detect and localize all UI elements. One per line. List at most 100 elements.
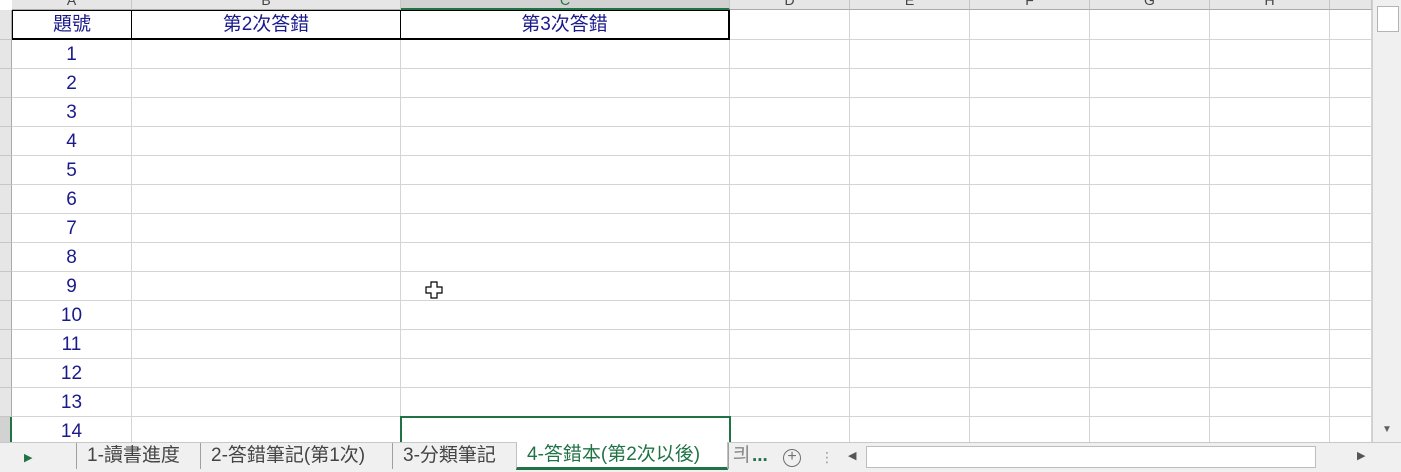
cell[interactable] xyxy=(970,272,1090,301)
column-header-g[interactable]: G xyxy=(1090,0,1210,10)
triangle-right-icon[interactable]: ▶ xyxy=(24,451,32,464)
cell[interactable] xyxy=(401,417,730,442)
row-header[interactable] xyxy=(0,156,12,185)
cell[interactable] xyxy=(730,301,850,330)
cell[interactable] xyxy=(730,127,850,156)
row-header[interactable] xyxy=(0,243,12,272)
row-header[interactable] xyxy=(0,214,12,243)
header-cell[interactable]: 第2次答錯 xyxy=(132,10,401,40)
column-header-i[interactable] xyxy=(1330,0,1372,10)
cell[interactable] xyxy=(401,69,730,98)
cell[interactable] xyxy=(730,10,850,40)
cell[interactable] xyxy=(970,185,1090,214)
question-number-cell[interactable]: 13 xyxy=(12,388,132,417)
column-header-e[interactable]: E xyxy=(850,0,970,10)
cell[interactable] xyxy=(1090,243,1210,272)
cell[interactable] xyxy=(970,98,1090,127)
cell[interactable] xyxy=(1090,69,1210,98)
cell[interactable] xyxy=(730,185,850,214)
cell[interactable] xyxy=(1090,272,1210,301)
cell[interactable] xyxy=(401,127,730,156)
more-sheets-button[interactable]: ... xyxy=(752,445,768,467)
question-number-cell[interactable]: 11 xyxy=(12,330,132,359)
sheet-tab[interactable]: 1-讀書進度 xyxy=(76,443,198,469)
cell[interactable] xyxy=(1090,359,1210,388)
spreadsheet-grid[interactable]: A B C D E F G H 題號 第2次答錯 第3次答錯 1 2 3 4 5 6 7 8 9 10 1… xyxy=(0,0,1372,442)
question-number-cell[interactable]: 5 xyxy=(12,156,132,185)
cell[interactable] xyxy=(132,359,401,388)
row-header[interactable] xyxy=(0,417,12,442)
cell[interactable] xyxy=(1210,243,1330,272)
row-header[interactable] xyxy=(0,10,12,40)
row-header[interactable] xyxy=(0,330,12,359)
row-header[interactable] xyxy=(0,40,12,69)
cell[interactable] xyxy=(1210,185,1330,214)
cell[interactable] xyxy=(730,330,850,359)
cell[interactable] xyxy=(970,127,1090,156)
cell[interactable] xyxy=(132,417,401,442)
cell[interactable] xyxy=(1090,40,1210,69)
cell[interactable] xyxy=(401,301,730,330)
cell[interactable] xyxy=(132,69,401,98)
cell[interactable] xyxy=(730,69,850,98)
cell[interactable] xyxy=(1210,301,1330,330)
cell[interactable] xyxy=(1210,156,1330,185)
cell[interactable] xyxy=(850,127,970,156)
cell[interactable] xyxy=(401,272,730,301)
vertical-scrollbar[interactable]: ▼ xyxy=(1372,0,1401,442)
cell[interactable] xyxy=(850,214,970,243)
cell[interactable] xyxy=(401,330,730,359)
column-header-c[interactable]: C xyxy=(401,0,730,10)
vertical-scroll-thumb[interactable] xyxy=(1377,6,1399,32)
header-cell[interactable]: 題號 xyxy=(12,10,132,40)
cell[interactable] xyxy=(1090,10,1210,40)
cell[interactable] xyxy=(850,301,970,330)
sheet-tab[interactable]: 4-答錯本(第2次以後) xyxy=(516,442,728,470)
row-header[interactable] xyxy=(0,98,12,127)
cell[interactable] xyxy=(850,69,970,98)
cell[interactable] xyxy=(1330,330,1372,359)
add-sheet-button[interactable]: + xyxy=(783,449,801,467)
cell[interactable] xyxy=(132,98,401,127)
cell[interactable] xyxy=(1330,388,1372,417)
cell[interactable] xyxy=(850,98,970,127)
cell[interactable] xyxy=(1210,330,1330,359)
cell[interactable] xyxy=(132,272,401,301)
cell[interactable] xyxy=(850,330,970,359)
cell[interactable] xyxy=(970,40,1090,69)
cell[interactable] xyxy=(1330,69,1372,98)
sheet-tab[interactable]: 2-答錯筆記(第1次) xyxy=(200,443,390,469)
cell[interactable] xyxy=(1330,359,1372,388)
column-header-d[interactable]: D xyxy=(730,0,850,10)
horizontal-scroll-thumb[interactable] xyxy=(866,446,1316,468)
cell[interactable] xyxy=(132,388,401,417)
cell[interactable] xyxy=(970,243,1090,272)
cell[interactable] xyxy=(132,185,401,214)
cell[interactable] xyxy=(401,185,730,214)
cell[interactable] xyxy=(1330,127,1372,156)
cell[interactable] xyxy=(1210,417,1330,442)
question-number-cell[interactable]: 14 xyxy=(12,417,132,442)
cell[interactable] xyxy=(970,388,1090,417)
sheet-tab-partial[interactable]: 킈 xyxy=(728,443,750,469)
cell[interactable] xyxy=(730,214,850,243)
row-header[interactable] xyxy=(0,69,12,98)
row-header[interactable] xyxy=(0,359,12,388)
cell[interactable] xyxy=(1330,214,1372,243)
cell[interactable] xyxy=(401,243,730,272)
cell[interactable] xyxy=(850,243,970,272)
row-header[interactable] xyxy=(0,185,12,214)
cell[interactable] xyxy=(1090,330,1210,359)
cell[interactable] xyxy=(850,10,970,40)
cell[interactable] xyxy=(850,388,970,417)
cell[interactable] xyxy=(730,417,850,442)
column-header-a[interactable]: A xyxy=(12,0,132,10)
cell[interactable] xyxy=(730,156,850,185)
question-number-cell[interactable]: 3 xyxy=(12,98,132,127)
cell[interactable] xyxy=(850,359,970,388)
cell[interactable] xyxy=(1090,214,1210,243)
cell[interactable] xyxy=(970,301,1090,330)
cell[interactable] xyxy=(1090,98,1210,127)
cell[interactable] xyxy=(1210,359,1330,388)
triangle-right-icon[interactable]: ▶ xyxy=(1357,449,1365,462)
